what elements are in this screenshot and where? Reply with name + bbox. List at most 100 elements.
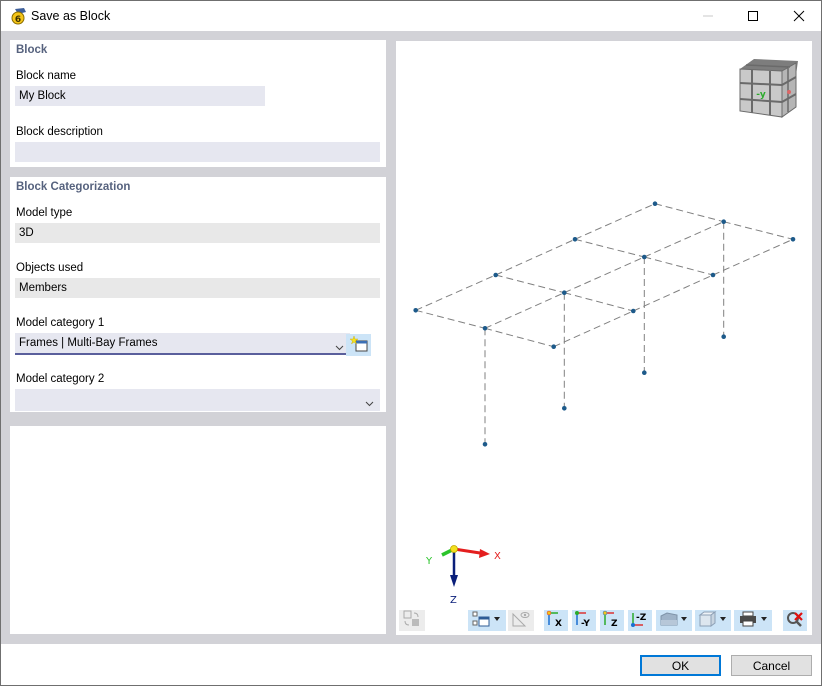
- objects-used-label: Objects used: [16, 262, 84, 274]
- node: [790, 237, 796, 242]
- model-category-1-select[interactable]: Frames | Multi-Bay Frames: [15, 333, 350, 355]
- beam-member: [495, 238, 576, 276]
- node: [413, 308, 418, 313]
- transparency-button[interactable]: [695, 610, 731, 631]
- save-as-block-dialog: 6 Save as Block Block Block name My Bloc…: [0, 0, 822, 686]
- cancel-button[interactable]: Cancel: [731, 655, 812, 676]
- printer-icon: [738, 610, 768, 631]
- nav-cube-face-label: -y: [756, 90, 766, 100]
- node: [482, 442, 488, 447]
- node: [642, 370, 647, 376]
- view-x-label: X: [555, 619, 562, 628]
- beam-member: [415, 309, 486, 329]
- new-category-icon: [348, 334, 368, 355]
- beam-member: [712, 238, 794, 276]
- node: [642, 254, 647, 260]
- display-properties-button[interactable]: [468, 610, 506, 631]
- app-logo-icon: 6: [10, 7, 28, 25]
- window-title: Save as Block: [31, 9, 111, 23]
- view-minus-z-label: -Z: [636, 613, 647, 623]
- block-description-input[interactable]: [15, 142, 380, 162]
- dialog-footer: OK Cancel: [1, 644, 821, 685]
- node: [572, 237, 578, 242]
- zoom-cancel-icon: [785, 610, 805, 631]
- node: [721, 219, 726, 224]
- beam-member: [644, 221, 724, 258]
- node: [562, 406, 567, 411]
- chevron-down-icon: [365, 395, 374, 407]
- measure-visibility-button[interactable]: [508, 610, 534, 631]
- preview-info-panel: [10, 426, 386, 634]
- node: [631, 308, 636, 314]
- maximize-button[interactable]: [730, 1, 776, 31]
- model-type-label: Model type: [16, 207, 73, 219]
- view-minus-z-button[interactable]: -Z: [628, 610, 652, 631]
- beam-member: [484, 327, 554, 348]
- beam-member: [654, 203, 724, 223]
- block-name-input[interactable]: My Block: [15, 86, 265, 106]
- reset-zoom-button[interactable]: [783, 610, 807, 631]
- beam-member: [633, 274, 714, 312]
- node: [721, 334, 726, 340]
- block-description-label: Block description: [16, 126, 103, 138]
- node: [482, 326, 488, 331]
- view-z-label: Z: [611, 619, 618, 628]
- node: [493, 272, 498, 278]
- beam-member: [564, 292, 634, 312]
- node: [551, 344, 556, 350]
- display-properties-icon: [472, 610, 502, 631]
- beam-member: [484, 292, 565, 329]
- view-z-icon: Z: [602, 610, 622, 631]
- svg-text:6: 6: [15, 15, 21, 25]
- beam-member: [574, 238, 645, 258]
- beam-member: [723, 221, 794, 240]
- node: [652, 201, 658, 206]
- close-button[interactable]: [776, 1, 822, 31]
- beam-member: [644, 256, 714, 276]
- node: [710, 272, 716, 278]
- model-category-2-select[interactable]: [15, 389, 380, 411]
- chevron-down-icon: [335, 339, 344, 351]
- transparent-box-icon: [698, 610, 728, 631]
- members-layer: [415, 203, 794, 445]
- ruler-eye-icon: [511, 610, 531, 631]
- print-button[interactable]: [734, 610, 772, 631]
- render-style-icon: [659, 610, 689, 631]
- block-panel: Block Block name My Block Block descript…: [10, 40, 386, 167]
- render-style-button[interactable]: [656, 610, 692, 631]
- dialog-body: Block Block name My Block Block descript…: [1, 31, 821, 644]
- model-preview-viewport[interactable]: -y X Y Z: [396, 41, 812, 635]
- view-minus-z-icon: -Z: [630, 610, 650, 631]
- beam-member: [574, 203, 656, 240]
- block-section-title: Block: [16, 44, 48, 56]
- beam-member: [553, 310, 634, 348]
- beam-member: [564, 256, 645, 294]
- y-axis-label: Y: [425, 556, 433, 567]
- x-axis-label: X: [494, 551, 501, 562]
- viewport-toolbar: X -Y Z -Z: [396, 605, 812, 635]
- block-name-label: Block name: [16, 70, 77, 82]
- refresh-view-icon: [403, 610, 421, 631]
- categorization-section-title: Block Categorization: [16, 181, 131, 193]
- ok-button[interactable]: OK: [640, 655, 721, 676]
- model-category-1-value: Frames | Multi-Bay Frames: [19, 337, 158, 349]
- model-category-2-label: Model category 2: [16, 373, 105, 385]
- model-type-field: 3D: [15, 223, 380, 243]
- navigation-cube[interactable]: -y: [739, 59, 798, 118]
- view-z-button[interactable]: Z: [600, 610, 624, 631]
- refresh-view-button[interactable]: [399, 610, 425, 631]
- block-categorization-panel: Block Categorization Model type 3D Objec…: [10, 177, 386, 412]
- beam-member: [495, 274, 565, 294]
- view-minus-y-label: -Y: [581, 619, 590, 628]
- view-x-button[interactable]: X: [544, 610, 568, 631]
- model-category-1-label: Model category 1: [16, 317, 105, 329]
- beam-member: [415, 274, 496, 311]
- model-preview-canvas: -y X Y Z: [413, 59, 798, 606]
- title-bar: 6 Save as Block: [1, 1, 821, 31]
- view-minus-y-icon: -Y: [574, 610, 594, 631]
- new-category-button[interactable]: [346, 334, 371, 356]
- view-minus-y-button[interactable]: -Y: [572, 610, 596, 631]
- objects-used-field: Members: [15, 278, 380, 298]
- minimize-button[interactable]: [685, 1, 731, 31]
- node: [562, 290, 567, 295]
